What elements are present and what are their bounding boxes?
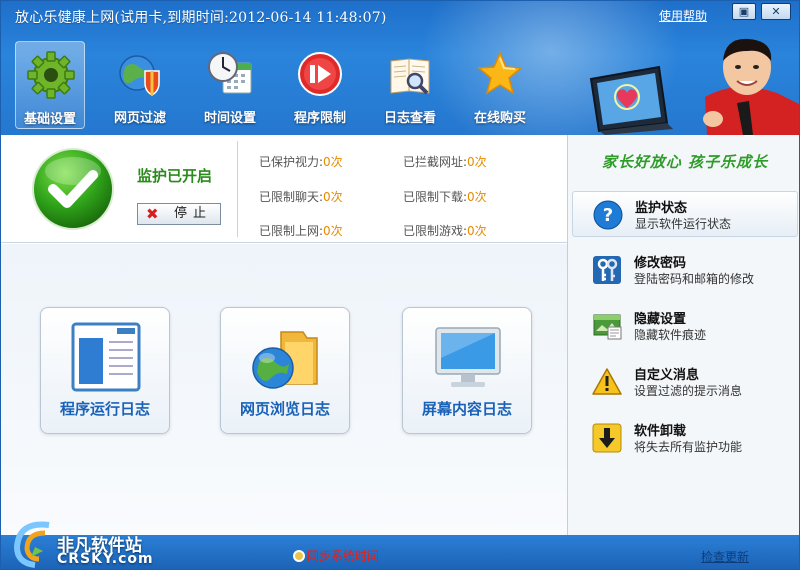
warning-icon	[592, 368, 622, 395]
download-arrow-icon	[592, 423, 622, 453]
stop-program-icon	[298, 52, 342, 96]
check-update-link[interactable]: 检查更新	[701, 548, 749, 565]
stop-icon: ✖	[146, 205, 159, 223]
tab-web-filter[interactable]: 网页过滤	[105, 41, 175, 129]
watermark-logo: 非凡软件站 CRSKY.com	[9, 517, 179, 569]
card-label: 网页浏览日志	[239, 400, 330, 418]
tab-buy-online[interactable]: 在线购买	[465, 41, 535, 129]
tab-label: 网页过滤	[113, 111, 166, 126]
stat-download-limited: 已限制下载:0次	[403, 190, 487, 204]
stat-internet-limited: 已限制上网:0次	[259, 224, 343, 238]
card-label: 程序运行日志	[59, 400, 150, 418]
help-circle-icon: ?	[593, 200, 623, 230]
stop-button[interactable]: ✖ 停止	[137, 203, 221, 225]
hidden-window-icon	[593, 314, 622, 340]
program-log-card[interactable]: 程序运行日志	[40, 307, 170, 434]
tab-label: 时间设置	[203, 111, 256, 126]
tab-label: 在线购买	[473, 111, 526, 126]
tab-label: 日志查看	[383, 111, 436, 126]
star-icon	[477, 51, 523, 95]
tab-basic-settings[interactable]: 基础设置	[15, 41, 85, 129]
tab-time-settings[interactable]: 时间设置	[195, 41, 265, 129]
monitor-status-title: 监护已开启	[137, 167, 213, 185]
stop-button-label: 停止	[174, 206, 213, 221]
keys-icon	[593, 256, 621, 284]
promo-illustration	[589, 38, 799, 135]
stat-chat-limited: 已限制聊天:0次	[259, 190, 343, 204]
stat-game-limited: 已限制游戏:0次	[403, 224, 487, 238]
side-item-change-password[interactable]: 修改密码 登陆密码和邮箱的修改	[572, 247, 798, 293]
slogan: 家长好放心 孩子乐成长	[601, 153, 769, 171]
gear-icon	[27, 51, 75, 99]
clock-calendar-icon	[208, 52, 252, 94]
screen-log-card[interactable]: 屏幕内容日志	[402, 307, 532, 434]
log-search-icon	[390, 58, 430, 95]
logo-subtext: CRSKY.com	[57, 551, 154, 567]
tab-log-view[interactable]: 日志查看	[375, 41, 445, 129]
svg-text:?: ?	[603, 205, 613, 226]
side-item-uninstall[interactable]: 软件卸载 将失去所有监护功能	[572, 415, 798, 461]
globe-shield-icon	[119, 55, 160, 96]
main-panel: 程序运行日志 网页浏览日志 屏幕内容日志	[1, 244, 567, 535]
tab-label: 基础设置	[23, 112, 76, 127]
program-log-icon	[71, 322, 141, 392]
status-panel: 监护已开启 ✖ 停止 已保护视力:0次 已拦截网址:0次 已限制聊天:0次 已限…	[1, 135, 567, 243]
app-window: 放心乐健康上网(试用卡,到期时间:2012-06-14 11:48:07) 使用…	[0, 0, 800, 570]
status-bar: 非凡软件站 CRSKY.com 同步系统时间 检查更新	[1, 521, 799, 569]
logo-swirl-icon	[13, 521, 50, 568]
check-icon	[32, 148, 114, 230]
web-log-icon	[252, 331, 318, 389]
card-label: 屏幕内容日志	[421, 400, 512, 418]
window-title: 放心乐健康上网(试用卡,到期时间:2012-06-14 11:48:07)	[15, 10, 387, 26]
alarm-clock-icon	[293, 550, 305, 562]
side-panel: 家长好放心 孩子乐成长 ? 监护状态 显示软件运行状态 修改密码 登陆密码和邮箱…	[567, 135, 799, 535]
stat-eye-protection: 已保护视力:0次	[259, 155, 343, 169]
divider	[237, 141, 238, 237]
side-item-hide-settings[interactable]: 隐藏设置 隐藏软件痕迹	[572, 303, 798, 349]
close-button[interactable]: ✕	[761, 3, 791, 20]
web-log-card[interactable]: 网页浏览日志	[220, 307, 350, 434]
help-link[interactable]: 使用帮助	[659, 7, 707, 24]
side-item-monitor-status[interactable]: ? 监护状态 显示软件运行状态	[572, 191, 798, 237]
side-item-custom-message[interactable]: 自定义消息 设置过滤的提示消息	[572, 359, 798, 405]
header: 放心乐健康上网(试用卡,到期时间:2012-06-14 11:48:07) 使用…	[1, 1, 799, 135]
tab-label: 程序限制	[293, 111, 346, 126]
screen-log-icon	[435, 327, 501, 387]
sync-time-link[interactable]: 同步系统时间	[293, 547, 379, 564]
minimize-button[interactable]: ▣	[732, 3, 756, 20]
tab-program-limit[interactable]: 程序限制	[285, 41, 355, 129]
stat-blocked-urls: 已拦截网址:0次	[403, 155, 487, 169]
